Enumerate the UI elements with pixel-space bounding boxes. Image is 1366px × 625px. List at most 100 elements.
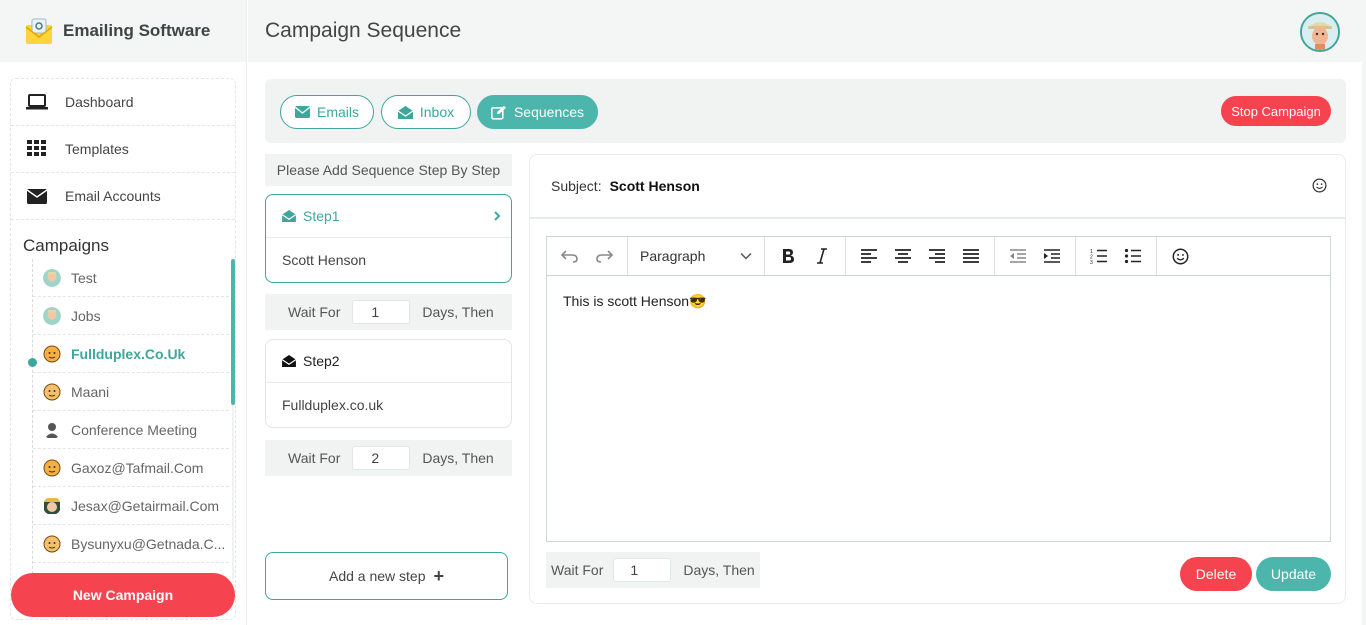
brand-name: Emailing Software <box>63 21 211 40</box>
stop-campaign-button[interactable]: Stop Campaign <box>1221 96 1331 126</box>
email-body-editor[interactable]: This is scott Henson😎 <box>546 275 1331 542</box>
delete-step-button[interactable]: Delete <box>1180 557 1252 591</box>
sidebar-item-email-accounts[interactable]: Email Accounts <box>11 173 235 220</box>
toolbar-insert-group <box>1157 237 1203 275</box>
emoji-icon[interactable] <box>1163 241 1197 271</box>
campaign-item-conference-meeting[interactable]: Conference Meeting <box>33 411 229 449</box>
wait-suffix-label: Days, Then <box>422 450 494 466</box>
paragraph-select[interactable]: Paragraph <box>634 241 758 271</box>
avatar <box>45 422 59 438</box>
avatar <box>43 306 61 325</box>
steps-hint: Please Add Sequence Step By Step <box>265 154 512 186</box>
campaign-item-gaxoz[interactable]: Gaxoz@Tafmail.Com <box>33 449 229 487</box>
sidebar-nav: Dashboard Templates Email Accounts Campa… <box>10 78 236 620</box>
campaign-item-label: Maani <box>71 383 110 400</box>
wait-days-input[interactable] <box>352 300 411 324</box>
step-card-2[interactable]: Step2 Fullduplex.co.uk <box>265 339 512 428</box>
campaign-item-fullduplex[interactable]: Fullduplex.Co.Uk <box>33 335 229 373</box>
avatar <box>1302 14 1338 50</box>
numbered-list-icon[interactable]: 123 <box>1082 241 1116 271</box>
top-header: Campaign Sequence <box>248 0 1366 62</box>
bullet-list-icon[interactable] <box>1116 241 1150 271</box>
tab-emails[interactable]: Emails <box>280 95 374 129</box>
campaign-scrollbar-thumb[interactable] <box>231 259 235 405</box>
avatar <box>43 535 61 552</box>
wait-suffix-label: Days, Then <box>422 304 494 320</box>
italic-icon[interactable] <box>805 241 839 271</box>
toolbar-indent-group <box>995 237 1076 275</box>
page-scrollbar[interactable] <box>1362 0 1366 625</box>
envelope-at-logo-icon <box>25 18 53 44</box>
campaign-item-label: Fullduplex.Co.Uk <box>71 345 186 362</box>
tab-label: Emails <box>316 104 359 120</box>
align-right-icon[interactable] <box>920 241 954 271</box>
campaign-item-jobs[interactable]: Jobs <box>33 297 229 335</box>
wait-label: Wait For <box>551 562 604 578</box>
campaign-item-test[interactable]: Test <box>33 259 229 297</box>
campaign-item-label: Jesax@Getairmail.Com <box>71 497 220 514</box>
wait-suffix-label: Days, Then <box>683 562 755 578</box>
avatar <box>43 345 61 362</box>
wait-days-input[interactable] <box>613 558 672 582</box>
toolbar-format-group <box>765 237 846 275</box>
step-editor-panel: Subject: Scott Henson Paragraph 1 2 3 Th… <box>529 154 1346 604</box>
campaign-list: Test Jobs Fullduplex.Co.Uk Maani Confere… <box>11 259 235 579</box>
envelope-icon <box>294 106 310 118</box>
campaign-tabbar: Emails Inbox Sequences Stop Campaign <box>265 79 1346 143</box>
step-card-1[interactable]: Step1 Scott Henson <box>265 194 512 283</box>
toolbar-block-group: Paragraph <box>628 237 765 275</box>
redo-icon[interactable] <box>587 241 621 271</box>
sidebar-item-dashboard[interactable]: Dashboard <box>11 79 235 126</box>
step-title: Step2 <box>303 353 340 369</box>
sidebar-item-label: Templates <box>65 141 129 157</box>
emoji-picker-icon[interactable] <box>1312 178 1327 196</box>
campaign-item-label: Conference Meeting <box>71 421 198 438</box>
sidebar-item-templates[interactable]: Templates <box>11 126 235 173</box>
campaign-item-label: Bysunyxu@Getnada.C... <box>71 535 226 552</box>
subject-row: Subject: Scott Henson <box>530 155 1345 219</box>
chevron-down-icon <box>740 252 752 260</box>
campaign-item-label: Test <box>71 269 97 286</box>
tab-inbox[interactable]: Inbox <box>381 95 471 129</box>
email-body-text: This is scott Henson <box>563 293 690 309</box>
tab-sequences[interactable]: Sequences <box>477 95 598 129</box>
add-step-button[interactable]: Add a new step + <box>265 552 508 600</box>
bold-icon[interactable] <box>771 241 805 271</box>
campaign-item-bysunyxu[interactable]: Bysunyxu@Getnada.C... <box>33 525 229 563</box>
align-justify-icon[interactable] <box>954 241 988 271</box>
envelope-icon <box>25 187 49 205</box>
step-header: Step1 <box>266 195 511 238</box>
subject-value[interactable]: Scott Henson <box>610 178 700 194</box>
campaign-item-label: Gaxoz@Tafmail.Com <box>71 459 204 476</box>
user-avatar[interactable] <box>1300 12 1340 52</box>
wait-label: Wait For <box>288 304 341 320</box>
wait-label: Wait For <box>288 450 341 466</box>
chevron-right-icon <box>493 209 501 225</box>
svg-text:3: 3 <box>1090 260 1093 264</box>
editor-wait-row: Wait For Days, Then <box>546 552 760 588</box>
tab-label: Inbox <box>419 104 455 120</box>
toolbar-history-group <box>547 237 628 275</box>
undo-icon[interactable] <box>553 241 587 271</box>
brand[interactable]: Emailing Software <box>0 0 246 62</box>
avatar <box>43 459 61 476</box>
outdent-icon[interactable] <box>1001 241 1035 271</box>
align-center-icon[interactable] <box>886 241 920 271</box>
envelope-open-icon <box>282 355 296 367</box>
wait-days-input[interactable] <box>352 446 411 470</box>
avatar <box>43 383 61 400</box>
grid-icon <box>25 140 49 158</box>
page-title: Campaign Sequence <box>265 19 462 42</box>
sidebar: Emailing Software Dashboard Templates Em… <box>0 0 247 625</box>
new-campaign-button[interactable]: New Campaign <box>11 573 235 617</box>
sidebar-item-label: Email Accounts <box>65 188 161 204</box>
update-step-button[interactable]: Update <box>1256 557 1331 591</box>
campaign-item-maani[interactable]: Maani <box>33 373 229 411</box>
campaign-item-jesax[interactable]: Jesax@Getairmail.Com <box>33 487 229 525</box>
indent-icon[interactable] <box>1035 241 1069 271</box>
sidebar-item-label: Dashboard <box>65 94 134 110</box>
envelope-open-icon <box>282 210 296 222</box>
sunglasses-emoji: 😎 <box>689 293 707 309</box>
align-left-icon[interactable] <box>852 241 886 271</box>
step-subject: Scott Henson <box>282 252 367 268</box>
